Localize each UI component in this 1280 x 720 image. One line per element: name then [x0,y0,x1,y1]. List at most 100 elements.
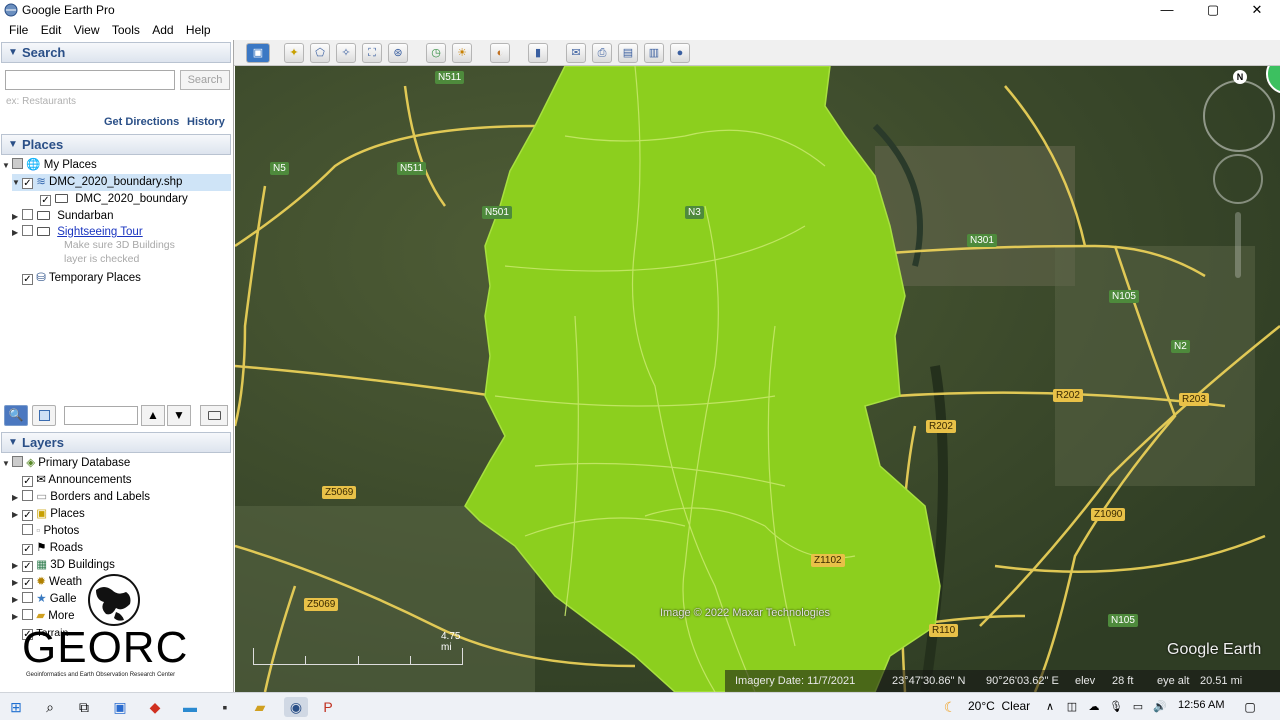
sightseeing-hint-1: Make sure 3D Buildings [64,239,175,251]
menu-help[interactable]: Help [186,21,211,40]
checkbox[interactable]: ✓ [22,178,33,189]
desktop-app-icon[interactable]: ▬ [180,697,200,717]
layer-borders[interactable]: ▶ ▭ Borders and Labels [12,489,150,506]
tree-temporary-places[interactable]: ✓ ⛁ Temporary Places [12,270,141,287]
move-up-button[interactable]: ▲ [141,405,165,426]
menu-edit[interactable]: Edit [41,21,62,40]
checkbox[interactable]: ✓ [40,195,51,206]
email-button[interactable]: ✉ [566,43,586,63]
search-button[interactable]: Search [180,70,230,90]
add-polygon-button[interactable]: ⬠ [310,43,330,63]
microphone-icon[interactable]: 🎙 [1106,697,1126,717]
tree-item-dmc[interactable]: ✓ DMC_2020_boundary [30,191,188,208]
tree-label-link[interactable]: Sightseeing Tour [57,226,142,238]
road-label: Z5069 [322,486,357,499]
road-label: N2 [1171,340,1190,353]
checkbox[interactable] [22,524,33,535]
checkbox[interactable]: ✓ [22,510,33,521]
task-view-icon[interactable]: ⧉ [74,697,94,717]
powerpoint-icon[interactable]: P [318,697,338,717]
view-in-maps-button[interactable]: ● [670,43,690,63]
search-icon[interactable]: ⌕ [40,697,60,717]
chevron-up-icon[interactable]: ∧ [1040,697,1060,717]
notification-icon[interactable]: ▢ [1240,697,1260,717]
road-label: N511 [435,71,465,84]
sunlight-button[interactable]: ☀ [452,43,472,63]
google-earth-taskbar-icon[interactable]: ◉ [284,697,308,717]
tree-my-places[interactable]: ▼ 🌐 My Places [2,157,97,174]
places-filter-input[interactable] [64,406,138,425]
file-explorer-icon[interactable]: ▰ [250,697,270,717]
checkbox[interactable]: ✓ [22,544,33,555]
sidebar-toggle-button[interactable]: ▣ [246,43,270,63]
scale-bar: 4.75 mi [253,631,463,666]
folder-menu-button[interactable] [200,405,228,426]
tree-primary-database[interactable]: ▼ ◈ Primary Database [2,455,130,472]
checkbox[interactable]: ✓ [22,274,33,285]
cloud-icon[interactable]: ☁ [1084,697,1104,717]
imagery-date: Imagery Date: 11/7/2021 [735,675,856,687]
menu-add[interactable]: Add [152,21,173,40]
places-folder-icon: ⛁ [36,272,46,284]
layers-header[interactable]: ▼ Layers [1,432,231,453]
tour-icon: ⊛ [393,47,403,59]
checkbox[interactable] [22,490,33,501]
longitude: 90°26'03.62" E [986,675,1059,687]
layer-photos[interactable]: ▫ Photos [12,523,79,540]
add-placemark-button[interactable]: ✦ [284,43,304,63]
checkbox[interactable] [22,225,33,236]
move-down-button[interactable]: ▼ [167,405,191,426]
menu-tools[interactable]: Tools [112,21,140,40]
search-header[interactable]: ▼ Search [1,42,231,63]
brave-browser-icon[interactable]: ◆ [145,697,165,717]
volume-icon[interactable]: 🔊 [1150,697,1170,717]
app-icon[interactable]: ▣ [110,697,130,717]
tray-icon[interactable]: ◫ [1062,697,1082,717]
checkbox[interactable] [12,456,23,467]
places-header[interactable]: ▼ Places [1,134,231,155]
layer-roads[interactable]: ✓ ⚑ Roads [12,540,83,557]
historical-imagery-button[interactable]: ◷ [426,43,446,63]
ruler-button[interactable]: ▮ [528,43,548,63]
map-view[interactable]: N511 N5 N511 N501 N3 N301 N105 N2 R202 R… [235,66,1280,692]
menu-file[interactable]: File [9,21,28,40]
history-link[interactable]: History [187,116,225,128]
search-places-button[interactable]: 🔍 [4,405,28,426]
building-icon: ▦ [36,559,48,571]
save-image-button[interactable]: ▤ [618,43,638,63]
weather-text[interactable]: 20°C Clear [968,699,1030,713]
maximize-button[interactable]: ▢ [1190,0,1236,21]
clock[interactable]: 12:56 AM [1178,699,1224,711]
add-overlay-button[interactable]: ⛶ [362,43,382,63]
minimize-button[interactable]: — [1144,0,1190,21]
zoom-slider[interactable] [1235,212,1241,278]
record-tour-button[interactable]: ⊛ [388,43,408,63]
movie-maker-button[interactable]: ▥ [644,43,664,63]
tree-item-dmc-shp[interactable]: ▼ ✓ ≋ DMC_2020_boundary.shp [12,174,231,191]
close-button[interactable]: ✕ [1234,0,1280,21]
checkbox[interactable] [22,209,33,220]
sidebar-toggle-button[interactable] [32,405,56,426]
move-joystick[interactable] [1213,154,1263,204]
layer-announcements[interactable]: ✓ ✉ Announcements [12,472,132,489]
app-icon[interactable]: ▪ [215,697,235,717]
add-path-button[interactable]: ✧ [336,43,356,63]
expand-arrow-icon: ▶ [12,595,19,604]
checkbox[interactable] [12,158,23,169]
planets-button[interactable]: ◐ [490,43,510,63]
windows-start-icon[interactable]: ⊞ [6,697,26,717]
menu-view[interactable]: View [74,21,100,40]
layers-header-label: Layers [22,435,64,450]
get-directions-link[interactable]: Get Directions [104,116,179,128]
tree-label: Primary Database [38,457,131,469]
tree-item-sundarban[interactable]: ▶ Sundarban [12,208,113,225]
look-joystick[interactable] [1203,80,1275,152]
checkbox[interactable]: ✓ [22,561,33,572]
search-input[interactable] [5,70,175,90]
print-button[interactable]: ⎙ [592,43,612,63]
satellite-imagery [235,66,1280,692]
network-icon[interactable]: ▭ [1128,697,1148,717]
layer-places[interactable]: ▶ ✓ ▣ Places [12,506,85,523]
road-label: Z1090 [1091,508,1126,521]
checkbox[interactable]: ✓ [22,476,33,487]
